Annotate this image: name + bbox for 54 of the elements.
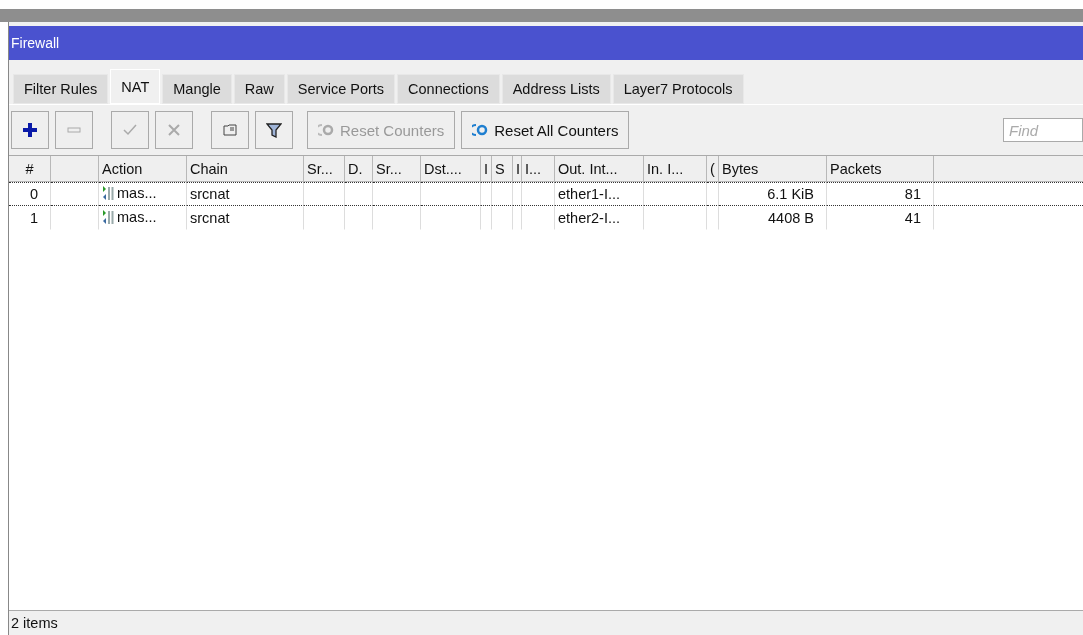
column-header[interactable]: #	[9, 156, 51, 182]
tab[interactable]: Address Lists	[501, 74, 611, 104]
search-field[interactable]: Find	[1003, 118, 1083, 142]
table-cell: srcnat	[190, 186, 230, 202]
tab[interactable]: Filter Rules	[13, 74, 109, 104]
cross-icon	[166, 122, 182, 138]
table-cell: 41	[904, 210, 921, 226]
check-icon	[122, 122, 138, 138]
column-header[interactable]: I...	[522, 156, 555, 182]
column-header[interactable]: I	[481, 156, 492, 182]
column-header[interactable]: Bytes	[719, 156, 827, 182]
note-icon	[222, 122, 238, 138]
column-header[interactable]: (	[707, 156, 719, 182]
action-icon	[102, 184, 114, 201]
table-cell: ether1-I...	[558, 186, 621, 202]
comment-button[interactable]	[211, 111, 249, 149]
table-cell: 4408 B	[768, 210, 814, 226]
tab[interactable]: Raw	[233, 74, 285, 104]
table-row[interactable]: 1 mas... srcnat ether2-I... 4408 B 41	[9, 206, 1083, 230]
add-icon	[22, 122, 38, 138]
filter-button[interactable]	[255, 111, 293, 149]
column-header[interactable]	[51, 156, 99, 182]
reset-button[interactable]: Reset All Counters	[461, 111, 630, 149]
tab[interactable]: Layer7 Protocols	[612, 74, 744, 104]
column-header[interactable]: Sr...	[304, 156, 345, 182]
table-cell: mas...	[117, 184, 157, 201]
window-title: Firewall	[9, 26, 1083, 60]
column-header[interactable]: I	[513, 156, 522, 182]
reset-icon	[472, 124, 489, 136]
tab[interactable]: Mangle	[162, 74, 232, 104]
reset-icon	[318, 124, 334, 136]
filter-icon	[266, 122, 282, 138]
tab[interactable]: Service Ports	[286, 74, 396, 104]
column-header[interactable]: D.	[345, 156, 373, 182]
table-cell: 0	[29, 186, 38, 202]
column-header[interactable]: In. I...	[644, 156, 707, 182]
add-button[interactable]	[11, 111, 49, 149]
column-header[interactable]: Sr...	[373, 156, 421, 182]
table-row[interactable]: 0 mas... srcnat ether1-I... 6.1 KiB 81	[9, 182, 1083, 206]
column-header[interactable]: Packets	[827, 156, 934, 182]
column-header[interactable]: Dst....	[421, 156, 481, 182]
table-cell: 81	[904, 186, 921, 202]
column-header[interactable]: Out. Int...	[555, 156, 644, 182]
action-icon	[102, 208, 114, 225]
column-header[interactable]: Chain	[187, 156, 304, 182]
column-header[interactable]: Action	[99, 156, 187, 182]
column-header[interactable]: S	[492, 156, 513, 182]
table-cell: 6.1 KiB	[767, 186, 814, 202]
table-cell: srcnat	[190, 210, 230, 226]
tab[interactable]: NAT	[110, 69, 161, 104]
table-cell: ether2-I...	[558, 210, 621, 226]
table-cell: 1	[29, 210, 38, 226]
table-cell: mas...	[117, 208, 157, 225]
tab[interactable]: Connections	[397, 74, 500, 104]
